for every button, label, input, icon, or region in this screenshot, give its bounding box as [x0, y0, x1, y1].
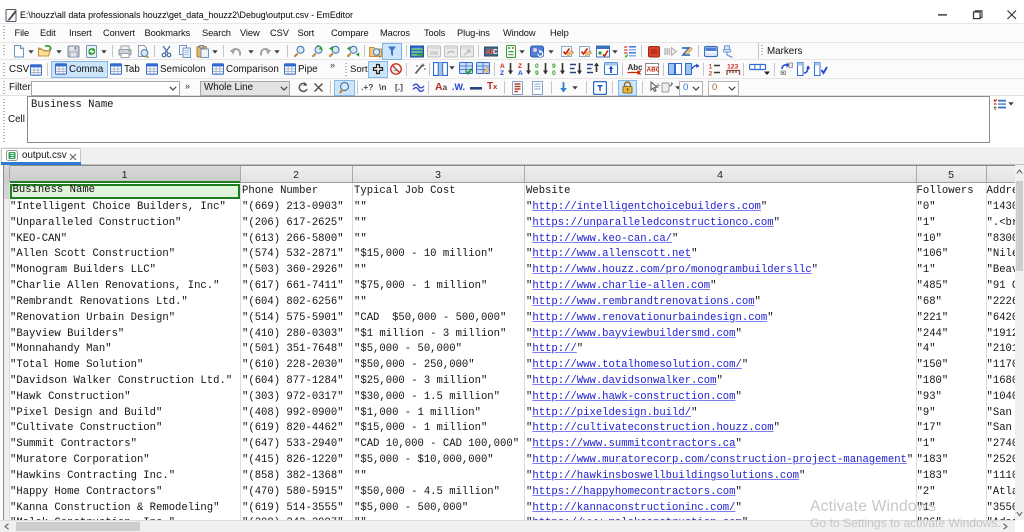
svg-text:Z: Z: [518, 63, 522, 70]
svg-text:9: 9: [535, 70, 539, 76]
svg-text:2: 2: [709, 70, 713, 76]
svg-text:ABC: ABC: [647, 67, 660, 74]
svg-text:Z: Z: [500, 70, 504, 76]
svg-text:1: 1: [709, 63, 713, 70]
svg-text:A: A: [518, 70, 523, 76]
svg-text:9: 9: [552, 63, 556, 70]
svg-text:0: 0: [552, 70, 556, 76]
svg-text:A: A: [500, 63, 505, 70]
svg-text:C: C: [493, 49, 498, 56]
svg-text:0: 0: [535, 63, 539, 70]
svg-text:123: 123: [727, 64, 739, 71]
